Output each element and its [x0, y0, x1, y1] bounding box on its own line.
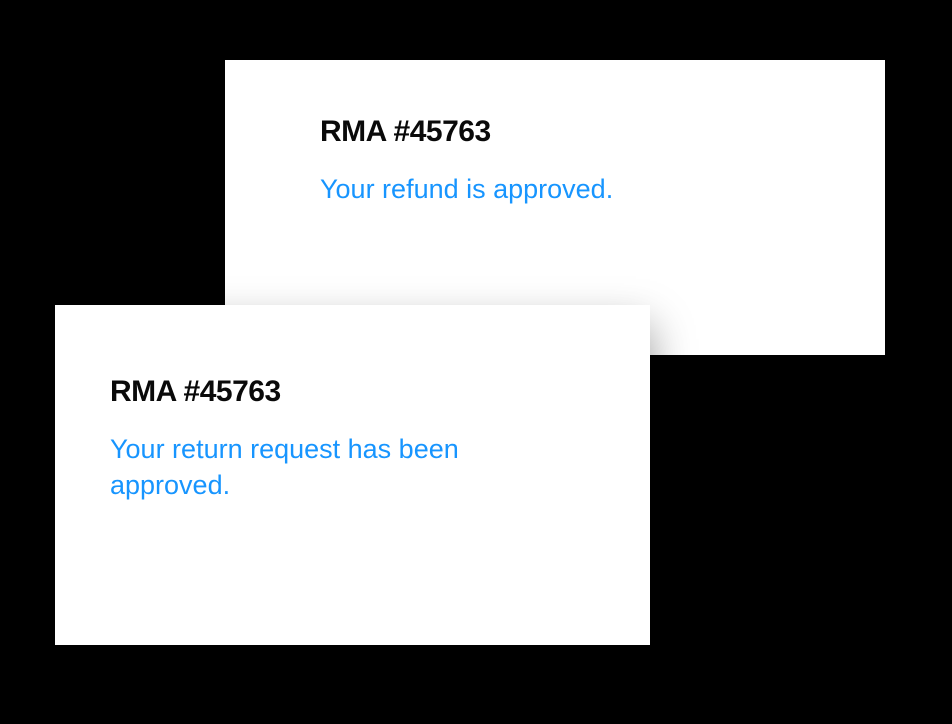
rma-status-text: Your refund is approved.: [320, 171, 770, 207]
rma-card-return: RMA #45763 Your return request has been …: [55, 305, 650, 645]
rma-status-text: Your return request has been approved.: [110, 431, 560, 504]
rma-number-title: RMA #45763: [320, 115, 825, 149]
rma-number-title: RMA #45763: [110, 375, 590, 409]
